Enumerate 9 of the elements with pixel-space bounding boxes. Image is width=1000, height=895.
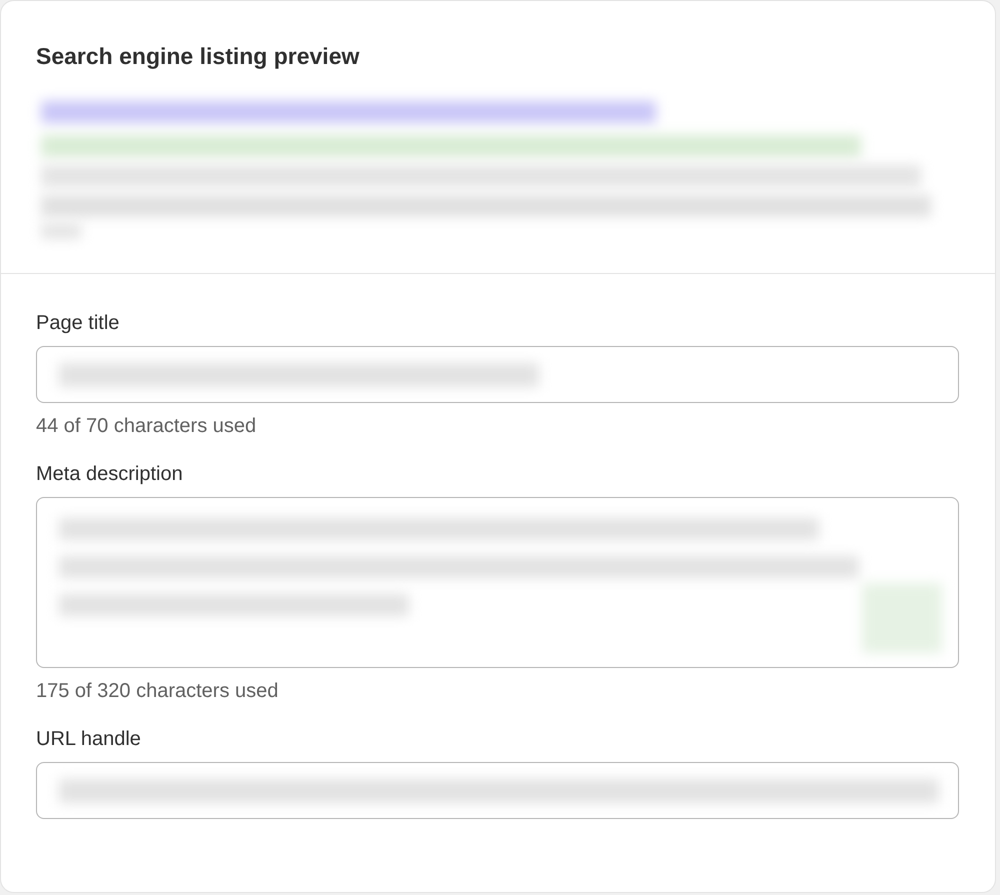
input-field[interactable] xyxy=(36,346,959,403)
field-label: URL handle xyxy=(36,727,142,752)
helper-text: 44 of 70 characters used xyxy=(36,414,258,439)
card-title: Search engine listing preview xyxy=(36,42,360,71)
helper-text: 175 of 320 characters used xyxy=(36,679,280,704)
field-label: Meta description xyxy=(36,462,184,487)
textarea-field[interactable] xyxy=(36,497,959,668)
input-field[interactable] xyxy=(36,762,959,819)
field-label: Page title xyxy=(36,311,120,336)
